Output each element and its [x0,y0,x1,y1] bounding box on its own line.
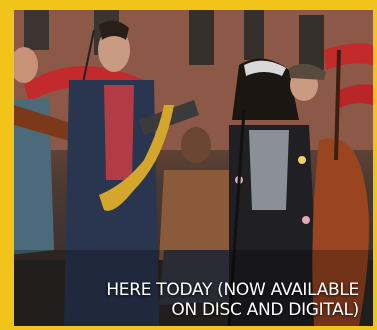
photo-scene [14,10,373,326]
caption-line-2: ON DISC AND DIGITAL) [171,300,359,320]
person-jacket [159,170,239,260]
floral-pattern [302,216,310,224]
band-photo [14,10,373,326]
person-shirt [249,130,289,210]
window [189,10,214,65]
person-shirt [104,85,134,180]
window [24,10,49,50]
photo-caption: HERE TODAY (NOW AVAILABLE ON DISC AND DI… [106,280,359,320]
caption-line-1: HERE TODAY (NOW AVAILABLE [106,280,359,300]
window [299,15,324,70]
window [244,10,264,60]
photo-frame: HERE TODAY (NOW AVAILABLE ON DISC AND DI… [0,0,377,330]
person-head [181,127,211,163]
floral-pattern [298,156,306,164]
